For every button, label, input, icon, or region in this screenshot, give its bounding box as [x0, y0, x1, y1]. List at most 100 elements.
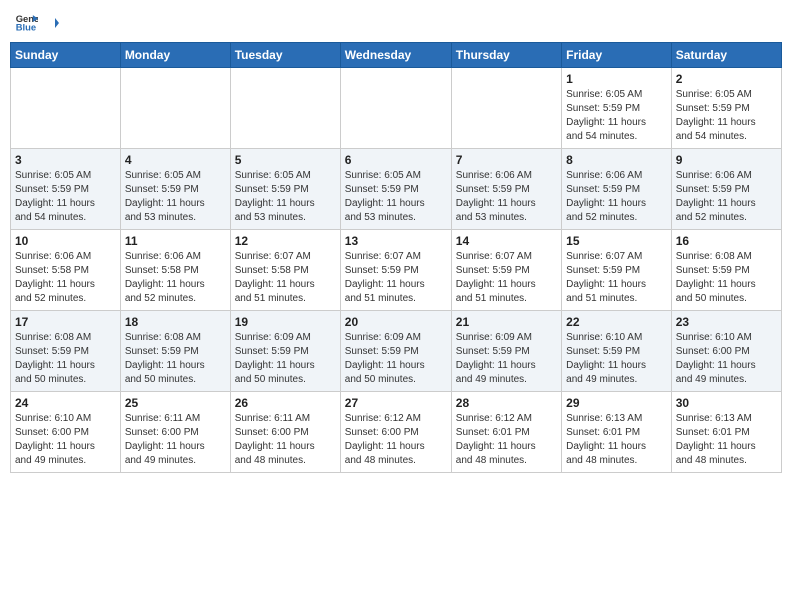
- calendar-cell: 7Sunrise: 6:06 AM Sunset: 5:59 PM Daylig…: [451, 149, 561, 230]
- day-info: Sunrise: 6:10 AM Sunset: 6:00 PM Dayligh…: [15, 412, 116, 468]
- calendar-cell: 12 Sunrise: 6:07 AM Sunset: 5:58 PM Dayli…: [230, 230, 340, 311]
- calendar-week-row: 24Sunrise: 6:10 AM Sunset: 6:00 PM Dayli…: [11, 392, 782, 473]
- day-number: 12: [235, 234, 336, 248]
- day-number: 4: [125, 153, 226, 167]
- calendar-cell: 25 Sunrise: 6:11 AM Sunset: 6:00 PM Dayli…: [120, 392, 230, 473]
- calendar-cell: 27Sunrise: 6:12 AM Sunset: 6:00 PM Dayli…: [340, 392, 451, 473]
- calendar-cell: 3Sunrise: 6:05 AM Sunset: 5:59 PM Daylig…: [11, 149, 121, 230]
- day-info: Sunrise: 6:09 AM Sunset: 5:59 PM Dayligh…: [456, 331, 557, 387]
- day-info: Sunrise: 6:05 AM Sunset: 5:59 PM Dayligh…: [235, 169, 336, 225]
- calendar-cell: 23 Sunrise: 6:10 AM Sunset: 6:00 PM Dayli…: [671, 311, 781, 392]
- day-number: 11: [125, 234, 226, 248]
- calendar-cell: 28 Sunrise: 6:12 AM Sunset: 6:01 PM Dayli…: [451, 392, 561, 473]
- calendar-cell: 17Sunrise: 6:08 AM Sunset: 5:59 PM Dayli…: [11, 311, 121, 392]
- day-number: 15: [566, 234, 667, 248]
- calendar-table: SundayMondayTuesdayWednesdayThursdayFrid…: [10, 42, 782, 473]
- day-info: Sunrise: 6:09 AM Sunset: 5:59 PM Dayligh…: [235, 331, 336, 387]
- calendar-day-header: Monday: [120, 43, 230, 68]
- calendar-cell: 9 Sunrise: 6:06 AM Sunset: 5:59 PM Daylig…: [671, 149, 781, 230]
- day-number: 18: [125, 315, 226, 329]
- day-number: 1: [566, 72, 667, 86]
- calendar-week-row: 17 Sunrise: 6:08 AM Sunset: 5:59 PM Dayli…: [11, 311, 782, 392]
- calendar-day-header: Sunday: [11, 43, 121, 68]
- calendar-cell: 19 Sunrise: 6:09 AM Sunset: 5:59 PM Dayli…: [230, 311, 340, 392]
- calendar-cell: 1Sunrise: 6:05 AM Sunset: 5:59 PM Daylig…: [562, 68, 672, 149]
- day-number: 23: [676, 315, 777, 329]
- calendar-cell: 8 Sunrise: 6:06 AM Sunset: 5:59 PM Daylig…: [562, 149, 672, 230]
- day-number: 10: [15, 234, 116, 248]
- day-info: Sunrise: 6:13 AM Sunset: 6:01 PM Dayligh…: [676, 412, 777, 468]
- calendar-cell: 15Sunrise: 6:07 AM Sunset: 5:59 PM Dayli…: [562, 230, 672, 311]
- day-number: 6: [345, 153, 447, 167]
- day-info: Sunrise: 6:06 AM Sunset: 5:59 PM Dayligh…: [456, 169, 557, 225]
- day-info: Sunrise: 6:05 AM Sunset: 5:59 PM Dayligh…: [125, 169, 226, 225]
- calendar-day-header: Saturday: [671, 43, 781, 68]
- logo-icon: General Blue: [14, 10, 38, 34]
- day-number: 13: [345, 234, 447, 248]
- calendar-day-header: Wednesday: [340, 43, 451, 68]
- calendar-cell: [11, 68, 121, 149]
- day-number: 3: [15, 153, 116, 167]
- calendar-header-row: SundayMondayTuesdayWednesdayThursdayFrid…: [11, 43, 782, 68]
- day-number: 8: [566, 153, 667, 167]
- calendar-cell: 11 Sunrise: 6:06 AM Sunset: 5:58 PM Dayli…: [120, 230, 230, 311]
- day-info: Sunrise: 6:07 AM Sunset: 5:58 PM Dayligh…: [235, 250, 336, 306]
- calendar-day-header: Friday: [562, 43, 672, 68]
- calendar-cell: 14 Sunrise: 6:07 AM Sunset: 5:59 PM Dayli…: [451, 230, 561, 311]
- day-info: Sunrise: 6:07 AM Sunset: 5:59 PM Dayligh…: [456, 250, 557, 306]
- day-number: 22: [566, 315, 667, 329]
- day-number: 9: [676, 153, 777, 167]
- day-info: Sunrise: 6:08 AM Sunset: 5:59 PM Dayligh…: [676, 250, 777, 306]
- calendar-cell: [120, 68, 230, 149]
- day-info: Sunrise: 6:08 AM Sunset: 5:59 PM Dayligh…: [125, 331, 226, 387]
- day-info: Sunrise: 6:10 AM Sunset: 5:59 PM Dayligh…: [566, 331, 667, 387]
- calendar-day-header: Tuesday: [230, 43, 340, 68]
- day-info: Sunrise: 6:12 AM Sunset: 6:00 PM Dayligh…: [345, 412, 447, 468]
- day-number: 16: [676, 234, 777, 248]
- calendar-cell: 10 Sunrise: 6:06 AM Sunset: 5:58 PM Dayli…: [11, 230, 121, 311]
- calendar-cell: [451, 68, 561, 149]
- calendar-week-row: 10 Sunrise: 6:06 AM Sunset: 5:58 PM Dayli…: [11, 230, 782, 311]
- day-info: Sunrise: 6:10 AM Sunset: 6:00 PM Dayligh…: [676, 331, 777, 387]
- calendar-cell: 24Sunrise: 6:10 AM Sunset: 6:00 PM Dayli…: [11, 392, 121, 473]
- logo: General Blue: [14, 10, 59, 34]
- day-number: 28: [456, 396, 557, 410]
- calendar-cell: 29 Sunrise: 6:13 AM Sunset: 6:01 PM Dayli…: [562, 392, 672, 473]
- calendar-cell: 20Sunrise: 6:09 AM Sunset: 5:59 PM Dayli…: [340, 311, 451, 392]
- calendar-cell: 18 Sunrise: 6:08 AM Sunset: 5:59 PM Dayli…: [120, 311, 230, 392]
- day-info: Sunrise: 6:13 AM Sunset: 6:01 PM Dayligh…: [566, 412, 667, 468]
- day-info: Sunrise: 6:05 AM Sunset: 5:59 PM Dayligh…: [345, 169, 447, 225]
- calendar-week-row: 3 Sunrise: 6:05 AM Sunset: 5:59 PM Daylig…: [11, 149, 782, 230]
- day-info: Sunrise: 6:05 AM Sunset: 5:59 PM Dayligh…: [676, 88, 777, 144]
- day-info: Sunrise: 6:06 AM Sunset: 5:58 PM Dayligh…: [125, 250, 226, 306]
- calendar-week-row: 1 Sunrise: 6:05 AM Sunset: 5:59 PM Daylig…: [11, 68, 782, 149]
- calendar-day-header: Thursday: [451, 43, 561, 68]
- day-info: Sunrise: 6:09 AM Sunset: 5:59 PM Dayligh…: [345, 331, 447, 387]
- calendar-cell: 16 Sunrise: 6:08 AM Sunset: 5:59 PM Dayli…: [671, 230, 781, 311]
- day-number: 25: [125, 396, 226, 410]
- page-header: General Blue: [10, 10, 782, 34]
- calendar-cell: 6 Sunrise: 6:05 AM Sunset: 5:59 PM Daylig…: [340, 149, 451, 230]
- day-info: Sunrise: 6:06 AM Sunset: 5:59 PM Dayligh…: [566, 169, 667, 225]
- calendar-cell: 26 Sunrise: 6:11 AM Sunset: 6:00 PM Dayli…: [230, 392, 340, 473]
- day-info: Sunrise: 6:12 AM Sunset: 6:01 PM Dayligh…: [456, 412, 557, 468]
- day-number: 29: [566, 396, 667, 410]
- calendar-cell: 4 Sunrise: 6:05 AM Sunset: 5:59 PM Daylig…: [120, 149, 230, 230]
- day-number: 5: [235, 153, 336, 167]
- calendar-cell: 22 Sunrise: 6:10 AM Sunset: 5:59 PM Dayli…: [562, 311, 672, 392]
- calendar-cell: 2 Sunrise: 6:05 AM Sunset: 5:59 PM Daylig…: [671, 68, 781, 149]
- day-number: 17: [15, 315, 116, 329]
- day-info: Sunrise: 6:11 AM Sunset: 6:00 PM Dayligh…: [125, 412, 226, 468]
- day-info: Sunrise: 6:06 AM Sunset: 5:59 PM Dayligh…: [676, 169, 777, 225]
- day-number: 30: [676, 396, 777, 410]
- svg-text:Blue: Blue: [16, 22, 36, 33]
- calendar-cell: [340, 68, 451, 149]
- calendar-cell: [230, 68, 340, 149]
- day-info: Sunrise: 6:11 AM Sunset: 6:00 PM Dayligh…: [235, 412, 336, 468]
- calendar-cell: 30 Sunrise: 6:13 AM Sunset: 6:01 PM Dayli…: [671, 392, 781, 473]
- day-number: 2: [676, 72, 777, 86]
- day-info: Sunrise: 6:06 AM Sunset: 5:58 PM Dayligh…: [15, 250, 116, 306]
- day-number: 19: [235, 315, 336, 329]
- day-number: 26: [235, 396, 336, 410]
- day-number: 14: [456, 234, 557, 248]
